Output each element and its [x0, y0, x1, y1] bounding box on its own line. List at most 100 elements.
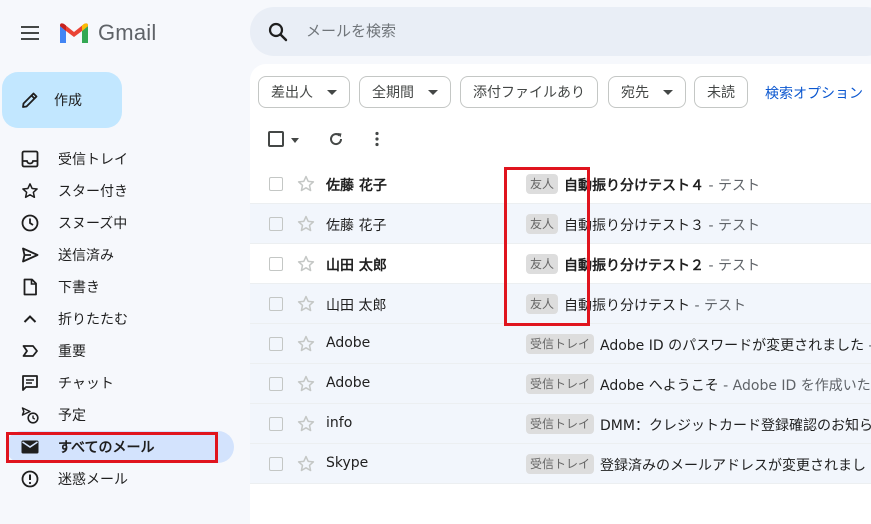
- filter-chip-label: 宛先: [621, 85, 649, 101]
- gmail-logo[interactable]: Gmail: [58, 20, 156, 46]
- email-row[interactable]: 山田 太郎 友人 自動振り分けテスト２ - テスト: [250, 244, 871, 284]
- email-summary: 自動振り分けテスト３ - テスト: [564, 215, 760, 235]
- sidebar-item-label: 折りたたむ: [58, 312, 128, 328]
- star-icon[interactable]: [296, 414, 316, 434]
- sidebar-item-label: 予定: [58, 408, 86, 424]
- email-subject: 登録済みのメールアドレスが変更されまし: [600, 458, 866, 474]
- hamburger-menu-icon: [21, 26, 39, 40]
- filter-chip-period[interactable]: 全期間: [359, 76, 451, 108]
- scheduled-icon: [18, 403, 42, 427]
- row-checkbox[interactable]: [269, 417, 283, 431]
- email-sender: Skype: [326, 455, 369, 471]
- email-summary: 登録済みのメールアドレスが変更されまし: [600, 455, 866, 475]
- sidebar-item-label: 送信済み: [58, 248, 114, 264]
- draft-icon: [18, 275, 42, 299]
- email-row[interactable]: 佐藤 花子 友人 自動振り分けテスト４ - テスト: [250, 164, 871, 204]
- email-label-badge[interactable]: 友人: [526, 174, 559, 194]
- row-checkbox[interactable]: [269, 377, 283, 391]
- sidebar-item-starred[interactable]: スター付き: [6, 175, 234, 207]
- sidebar-item-collapse[interactable]: 折りたたむ: [6, 303, 234, 335]
- sidebar-item-snoozed[interactable]: スヌーズ中: [6, 207, 234, 239]
- row-checkbox[interactable]: [269, 337, 283, 351]
- filter-chip-attachment[interactable]: 添付ファイルあり: [460, 76, 598, 108]
- clock-icon: [18, 211, 42, 235]
- star-icon[interactable]: [296, 174, 316, 194]
- email-row[interactable]: Adobe受信トレイAdobe ID のパスワードが変更されました -: [250, 324, 871, 364]
- email-snippet: - テスト: [704, 178, 760, 194]
- star-icon[interactable]: [296, 374, 316, 394]
- chat-icon: [18, 371, 42, 395]
- sidebar-item-label: スター付き: [58, 184, 128, 200]
- search-input[interactable]: [306, 16, 806, 46]
- email-label-badge[interactable]: 受信トレイ: [526, 414, 595, 434]
- email-summary: DMM：クレジットカード登録確認のお知ら: [600, 415, 871, 435]
- email-snippet: - テスト: [704, 218, 760, 234]
- compose-label: 作成: [54, 93, 82, 109]
- sidebar-item-label: 重要: [58, 344, 86, 360]
- star-icon[interactable]: [296, 214, 316, 234]
- sidebar-item-drafts[interactable]: 下書き: [6, 271, 234, 303]
- email-summary: 自動振り分けテスト - テスト: [564, 295, 746, 315]
- sidebar-item-label: 受信トレイ: [58, 152, 128, 168]
- sidebar-item-label: 迷惑メール: [58, 472, 128, 488]
- select-dropdown-icon[interactable]: [291, 138, 299, 143]
- sidebar-item-inbox[interactable]: 受信トレイ: [6, 143, 234, 175]
- more-options-button[interactable]: [368, 130, 386, 148]
- main-menu-button[interactable]: [16, 20, 44, 46]
- sidebar-item-spam[interactable]: 迷惑メール: [6, 463, 234, 495]
- pencil-icon: [20, 90, 40, 110]
- star-icon[interactable]: [296, 334, 316, 354]
- email-row[interactable]: Adobe 受信トレイ Adobe へようこそ - Adobe ID を作成いただ: [250, 364, 871, 404]
- email-snippet: - テスト: [690, 298, 746, 314]
- star-icon[interactable]: [296, 294, 316, 314]
- inbox-icon: [18, 147, 42, 171]
- row-checkbox[interactable]: [269, 457, 283, 471]
- email-label-badge[interactable]: 受信トレイ: [526, 454, 595, 474]
- email-sender: 佐藤 花子: [326, 218, 387, 234]
- email-label-badge[interactable]: 友人: [526, 254, 559, 274]
- row-checkbox[interactable]: [269, 257, 283, 271]
- filter-chip-label: 添付ファイルあり: [473, 85, 585, 101]
- email-label-badge[interactable]: 受信トレイ: [526, 334, 595, 354]
- email-row[interactable]: info 受信トレイ DMM：クレジットカード登録確認のお知ら: [250, 404, 871, 444]
- sidebar-item-all-mail[interactable]: すべてのメール: [6, 431, 234, 463]
- star-icon[interactable]: [296, 454, 316, 474]
- filter-chip-to[interactable]: 宛先: [608, 76, 686, 108]
- filter-chip-sender[interactable]: 差出人: [258, 76, 350, 108]
- email-label-badge[interactable]: 友人: [526, 214, 559, 234]
- spam-icon: [18, 467, 42, 491]
- star-icon[interactable]: [296, 254, 316, 274]
- row-checkbox[interactable]: [269, 217, 283, 231]
- email-subject: 自動振り分けテスト４: [564, 178, 704, 194]
- email-sender: 山田 太郎: [326, 298, 387, 314]
- row-checkbox[interactable]: [269, 297, 283, 311]
- email-label-badge[interactable]: 友人: [526, 294, 559, 314]
- sidebar-item-important[interactable]: 重要: [6, 335, 234, 367]
- filter-chip-unread[interactable]: 未読: [694, 76, 748, 108]
- sidebar-item-label: 下書き: [58, 280, 100, 296]
- select-all-checkbox[interactable]: [268, 131, 284, 147]
- email-subject: 自動振り分けテスト３: [564, 218, 704, 234]
- sidebar-item-chat[interactable]: チャット: [6, 367, 234, 399]
- search-options-link[interactable]: 検索オプション: [765, 83, 863, 103]
- sidebar-item-label: チャット: [58, 376, 114, 392]
- caret-down-icon: [327, 89, 337, 95]
- search-icon[interactable]: [268, 22, 288, 42]
- email-row[interactable]: 山田 太郎 友人 自動振り分けテスト - テスト: [250, 284, 871, 324]
- mail-icon: [18, 435, 42, 459]
- filter-chip-label: 差出人: [271, 85, 313, 101]
- sidebar-item-sent[interactable]: 送信済み: [6, 239, 234, 271]
- email-subject: Adobe へようこそ: [600, 378, 719, 394]
- important-icon: [18, 339, 42, 363]
- row-checkbox[interactable]: [269, 177, 283, 191]
- sidebar-item-scheduled[interactable]: 予定: [6, 399, 234, 431]
- email-row[interactable]: 佐藤 花子 友人 自動振り分けテスト３ - テスト: [250, 204, 871, 244]
- email-row[interactable]: Skype 受信トレイ 登録済みのメールアドレスが変更されまし: [250, 444, 871, 484]
- send-icon: [18, 243, 42, 267]
- refresh-button[interactable]: [327, 130, 345, 148]
- email-summary: Adobe へようこそ - Adobe ID を作成いただ: [600, 375, 871, 395]
- email-sender: Adobe: [326, 375, 371, 391]
- email-subject: 自動振り分けテスト: [564, 298, 690, 314]
- email-label-badge[interactable]: 受信トレイ: [526, 374, 595, 394]
- compose-button[interactable]: 作成: [2, 72, 122, 128]
